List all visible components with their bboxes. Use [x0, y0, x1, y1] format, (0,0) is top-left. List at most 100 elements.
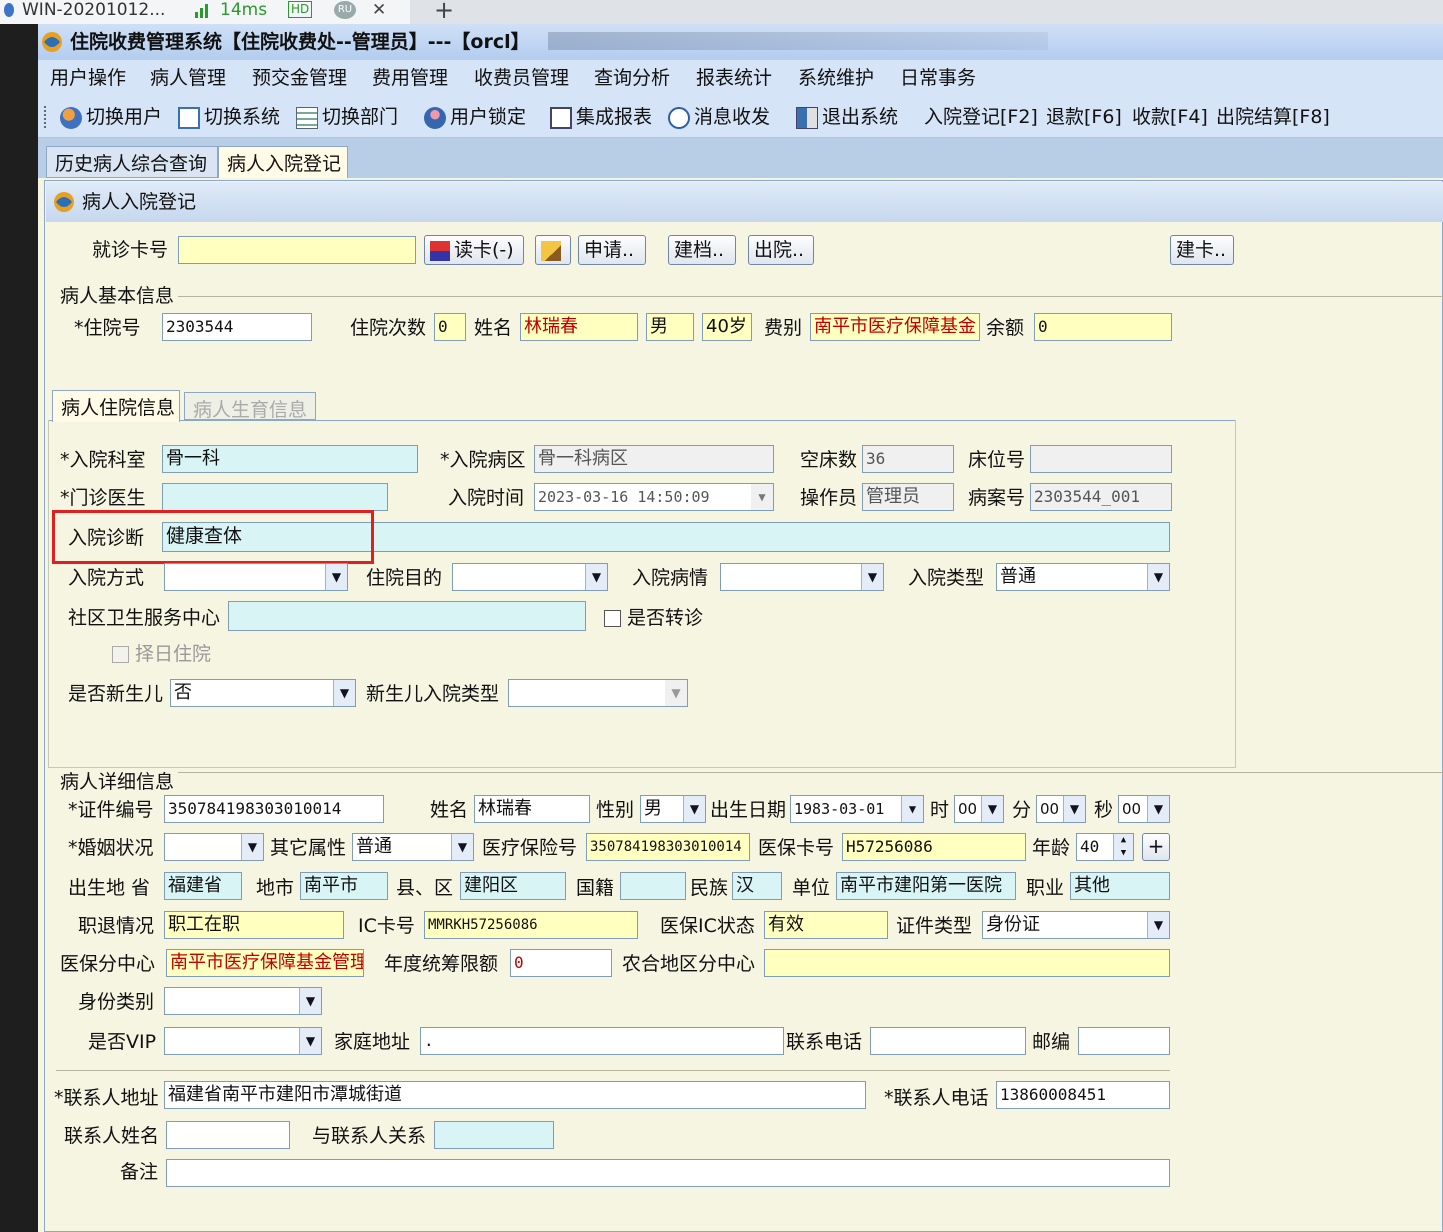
other-attr-select[interactable]: 普通 ▼	[352, 833, 474, 861]
messages-button[interactable]: 消息收发	[668, 96, 770, 138]
age-input[interactable]: 40岁	[702, 313, 752, 341]
hosp-no-input[interactable]: 2303544	[162, 313, 312, 341]
transfer-checkbox[interactable]: 是否转诊	[604, 604, 703, 632]
menu-fees[interactable]: 费用管理	[372, 60, 448, 96]
insure-no-input[interactable]: 350784198303010014	[586, 833, 750, 861]
cert-type-select[interactable]: 身份证 ▼	[982, 911, 1170, 939]
unit-input[interactable]: 南平市建阳第一医院	[836, 872, 1016, 900]
job-input[interactable]: 其他	[1070, 872, 1170, 900]
community-input[interactable]	[228, 601, 586, 631]
fee-type-input[interactable]: 南平市医疗保障基金	[810, 313, 980, 341]
contact-name-input[interactable]	[166, 1121, 290, 1149]
lock-user-button[interactable]: 用户锁定	[424, 96, 526, 138]
rural-input[interactable]	[764, 949, 1170, 977]
refund-f6-button[interactable]: 退款[F6]	[1046, 96, 1122, 138]
menu-reports[interactable]: 报表统计	[696, 60, 772, 96]
admit-mode-select[interactable]: ▼	[164, 563, 348, 591]
minute-select[interactable]: 00 ▼	[1036, 795, 1086, 823]
contact-phone-input[interactable]: 13860008451	[996, 1081, 1170, 1109]
discharge-button[interactable]: 出院..	[748, 235, 814, 265]
browser-tab[interactable]: WIN-20201012... 14ms HD RU ✕	[0, 0, 410, 24]
identity-select[interactable]: ▼	[164, 987, 322, 1015]
retire-input[interactable]: 职工在职	[164, 911, 344, 939]
second-select[interactable]: 00 ▼	[1118, 795, 1170, 823]
home-addr-input[interactable]: .	[420, 1027, 784, 1055]
zip-input[interactable]	[1078, 1027, 1170, 1055]
id-no-input[interactable]: 350784198303010014	[164, 795, 384, 823]
bed-input[interactable]	[1030, 445, 1172, 473]
admission-f2-button[interactable]: 入院登记[F2]	[924, 96, 1038, 138]
choose-day-checkbox[interactable]: 择日住院	[112, 640, 211, 668]
times-input[interactable]: 0	[434, 313, 466, 341]
menu-deposit[interactable]: 预交金管理	[252, 60, 347, 96]
new-tab-icon[interactable]: +	[434, 0, 454, 24]
nation-input[interactable]	[620, 872, 686, 900]
dept-input[interactable]: 骨一科	[162, 445, 418, 473]
menu-patient[interactable]: 病人管理	[150, 60, 226, 96]
read-card-button[interactable]: 读卡(-)	[424, 235, 524, 265]
switch-dept-button[interactable]: 切换部门	[296, 96, 398, 138]
gender-input[interactable]: 男	[646, 313, 694, 341]
menu-cashier[interactable]: 收费员管理	[474, 60, 569, 96]
integrated-report-button[interactable]: 集成报表	[550, 96, 652, 138]
county-input[interactable]: 建阳区	[460, 872, 566, 900]
discharge-f8-button[interactable]: 出院结算[F8]	[1216, 96, 1330, 138]
switch-user-button[interactable]: 切换用户	[60, 96, 162, 138]
birth-date-picker[interactable]: 1983-03-01 ▼	[790, 795, 924, 823]
ward-input[interactable]: 骨一科病区	[534, 445, 774, 473]
ic-state-input[interactable]: 有效	[764, 911, 888, 939]
remark-input[interactable]	[166, 1159, 1170, 1187]
plus-icon[interactable]: +	[1142, 833, 1170, 861]
detail-name-input[interactable]: 林瑞春	[474, 795, 590, 823]
admit-time-picker[interactable]: 2023-03-16 14:50:09 ▼	[534, 483, 774, 511]
apply-button[interactable]: 申请..	[578, 235, 646, 265]
close-tab-icon[interactable]: ✕	[372, 0, 386, 20]
tab-admission[interactable]: 病人入院登记	[218, 146, 348, 178]
center-input[interactable]: 南平市医疗保障基金管理中心	[166, 949, 364, 977]
city-input[interactable]: 南平市	[300, 872, 388, 900]
contact-addr-input[interactable]: 福建省南平市建阳市潭城街道	[164, 1081, 866, 1109]
ethnic-input[interactable]: 汉	[732, 872, 782, 900]
tab-birth-info[interactable]: 病人生育信息	[184, 392, 316, 421]
relation-input[interactable]	[434, 1121, 554, 1149]
sex-select[interactable]: 男 ▼	[640, 795, 706, 823]
purpose-select[interactable]: ▼	[452, 563, 608, 591]
admit-type-select[interactable]: 普通 ▼	[996, 563, 1170, 591]
spin-arrows-icon[interactable]: ▲ ▼	[1113, 834, 1133, 860]
marriage-select[interactable]: ▼	[164, 833, 264, 861]
menu-daily[interactable]: 日常事务	[900, 60, 976, 96]
case-no-input[interactable]: 2303544_001	[1030, 483, 1172, 511]
balance-input[interactable]: 0	[1034, 313, 1172, 341]
condition-select[interactable]: ▼	[720, 563, 884, 591]
tab-inpatient-info[interactable]: 病人住院信息	[52, 390, 180, 422]
name-input[interactable]: 林瑞春	[520, 313, 638, 341]
charge-f4-button[interactable]: 收款[F4]	[1132, 96, 1208, 138]
newborn-type-select[interactable]: ▼	[508, 679, 688, 707]
exit-system-button[interactable]: 退出系统	[796, 96, 898, 138]
broom-button[interactable]	[535, 235, 571, 265]
limit-input[interactable]: 0	[510, 949, 612, 977]
doctor-input[interactable]	[162, 483, 388, 511]
insure-card-input[interactable]: H57256086	[842, 833, 1026, 861]
empty-beds-input[interactable]: 36	[862, 445, 954, 473]
vip-select[interactable]: ▼	[164, 1027, 322, 1055]
phone-input[interactable]	[870, 1027, 1026, 1055]
hour-select[interactable]: 00 ▼	[954, 795, 1004, 823]
make-card-button[interactable]: 建卡..	[1170, 235, 1234, 265]
menu-system[interactable]: 系统维护	[798, 60, 874, 96]
menu-query[interactable]: 查询分析	[594, 60, 670, 96]
switch-system-button[interactable]: 切换系统	[178, 96, 280, 138]
unit-label: 单位	[792, 877, 831, 899]
detail-age-stepper[interactable]: 40 ▲ ▼	[1076, 833, 1134, 861]
tab-history-query[interactable]: 历史病人综合查询	[46, 146, 218, 178]
menu-user-ops[interactable]: 用户操作	[50, 60, 126, 96]
archive-button[interactable]: 建档..	[668, 235, 736, 265]
ic-input[interactable]: MMRKH57256086	[424, 911, 638, 939]
card-no-input[interactable]	[178, 236, 416, 264]
transfer-check-box[interactable]	[604, 610, 621, 627]
operator-input[interactable]: 管理员	[862, 483, 954, 511]
choose-day-check-box[interactable]	[112, 646, 129, 663]
newborn-select[interactable]: 否 ▼	[170, 679, 356, 707]
province-input[interactable]: 福建省	[164, 872, 242, 900]
messages-label: 消息收发	[694, 106, 771, 128]
